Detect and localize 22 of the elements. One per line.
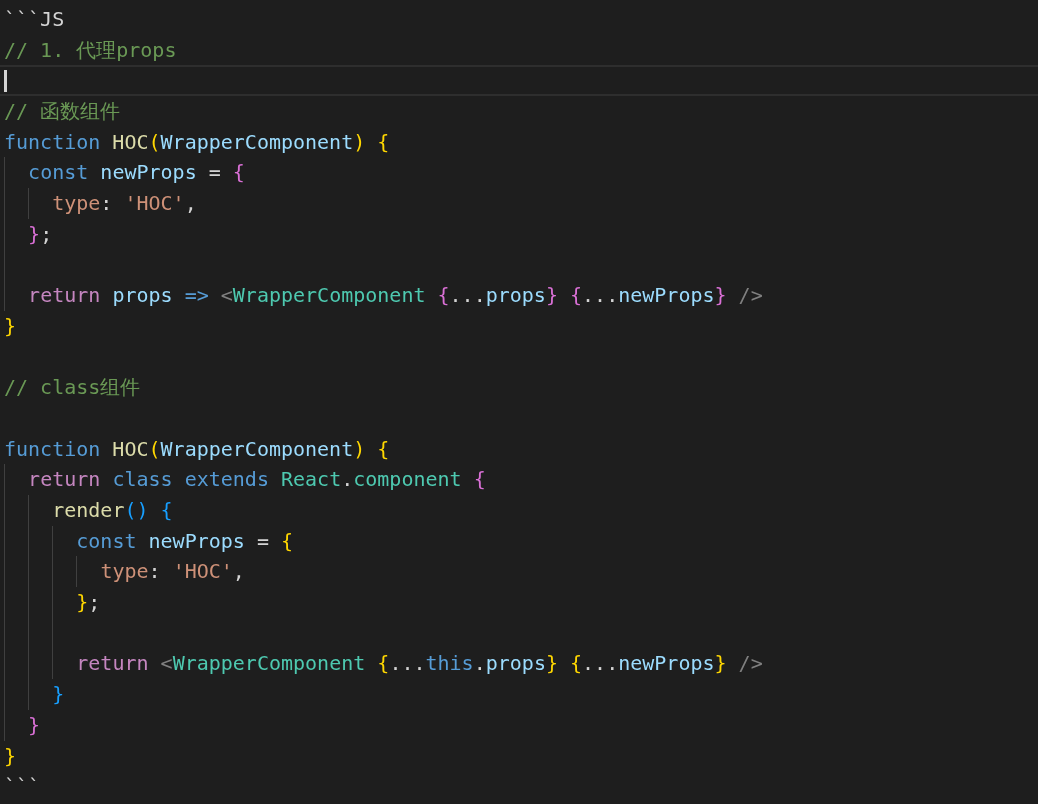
code-line: type: 'HOC', [0, 556, 1038, 588]
code-line: } [0, 679, 1038, 710]
code-line: } [3, 742, 18, 770]
code-line: // class组件 [3, 374, 142, 402]
code-line: return class extends React.component { [0, 464, 1038, 496]
code-line: return <WrapperComponent {...this.props} {...newProps} /> [0, 617, 1038, 680]
code-line: }; [0, 218, 1038, 250]
code-line: }; [0, 587, 1038, 618]
code-line: } [0, 709, 1038, 741]
code-line: ``` [3, 773, 42, 801]
code-line: type: 'HOC', [0, 188, 1038, 219]
code-line: function HOC(WrapperComponent) { [3, 128, 391, 156]
code-line: // 函数组件 [3, 98, 122, 126]
code-line: ```JS [3, 6, 66, 33]
code-line: render() { [0, 495, 1038, 526]
code-line: const newProps = { [0, 157, 1038, 189]
code-line: // 1. 代理props [3, 36, 178, 64]
code-line: function HOC(WrapperComponent) { [3, 435, 391, 463]
text-cursor [4, 70, 7, 93]
code-line: const newProps = { [0, 525, 1038, 557]
code-line: } [3, 312, 18, 340]
code-line: return props => <WrapperComponent {...props} {...newProps} /> [0, 249, 1038, 311]
